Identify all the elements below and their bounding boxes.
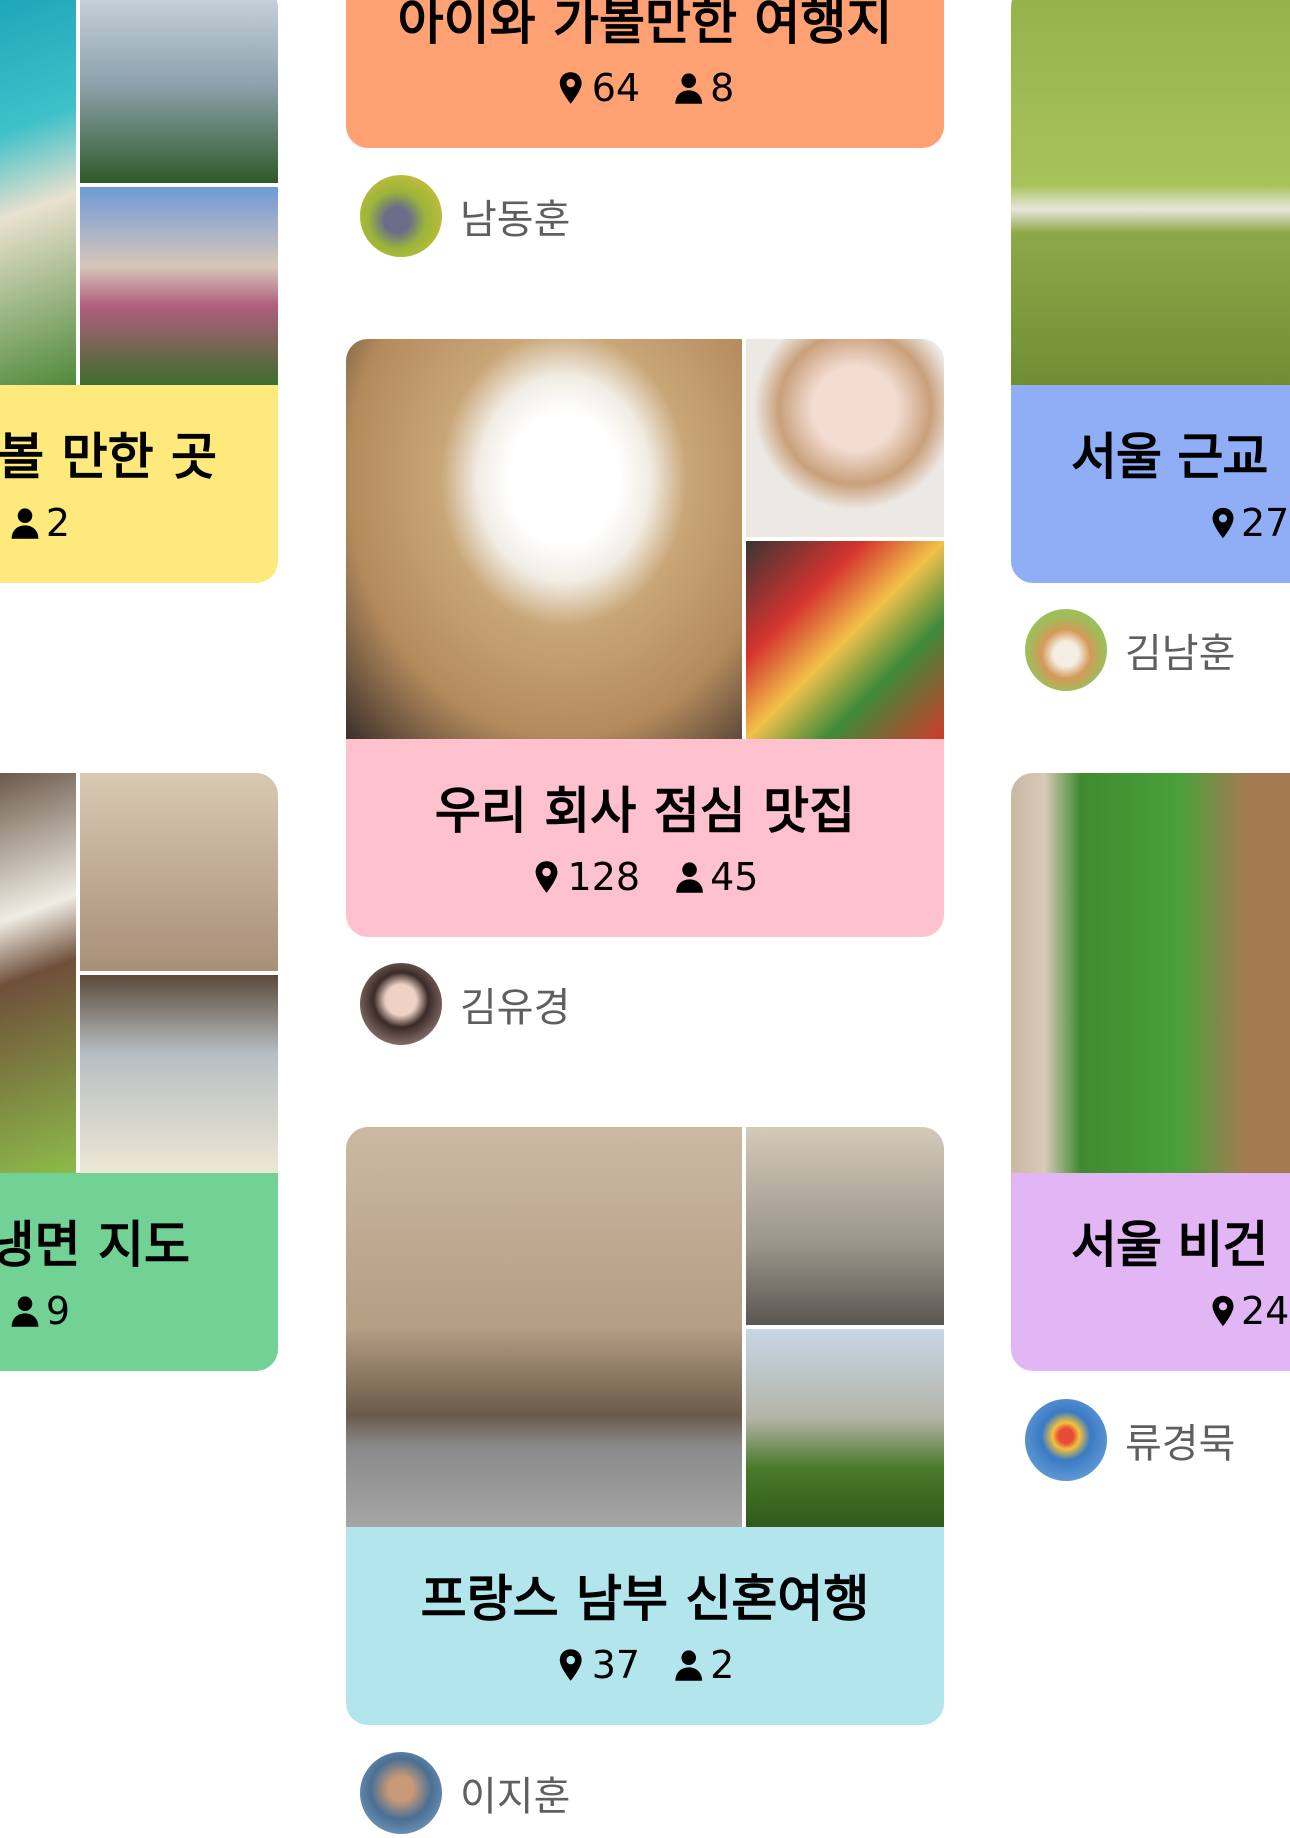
card-stats: 24 <box>1209 1289 1289 1333</box>
person-icon <box>674 71 704 105</box>
list-card[interactable]: 우리 회사 점심 맛집 128 45 <box>346 339 944 937</box>
photo-supertree <box>80 187 278 385</box>
member-count: 45 <box>710 855 759 899</box>
avatar <box>360 963 442 1045</box>
list-card[interactable]: 프랑스 남부 신혼여행 37 2 <box>346 1127 944 1725</box>
card-title: 우리 회사 점심 맛집 <box>434 782 856 840</box>
card-photos <box>346 339 944 739</box>
card-author[interactable]: 류경묵 <box>1025 1399 1235 1481</box>
photo-beach <box>0 0 76 385</box>
card-label: 아이와 가볼만한 여행지 64 8 <box>346 0 944 148</box>
photo-vegan-cafe <box>1011 773 1290 1173</box>
photo-sheep-field <box>1011 0 1290 385</box>
card-label: 우리 회사 점심 맛집 128 45 <box>346 739 944 937</box>
list-card[interactable]: 냉면 지도 9 <box>0 773 278 1371</box>
photo-ice-cream <box>746 339 944 537</box>
member-count: 2 <box>710 1643 735 1687</box>
place-count: 37 <box>591 1643 641 1687</box>
photo-paris-bicycle <box>746 1127 944 1325</box>
place-count: 24 <box>1241 1289 1290 1333</box>
card-label: 서울 비건 24 <box>1011 1173 1290 1371</box>
card-photos <box>1011 0 1290 385</box>
card-title: 아이와 가볼만한 여행지 <box>397 0 893 51</box>
photo-sushi <box>746 541 944 739</box>
author-name: 이지훈 <box>460 1774 571 1820</box>
avatar <box>360 1752 442 1834</box>
card-label: 냉면 지도 9 <box>0 1173 278 1371</box>
map-pin-icon <box>532 860 562 894</box>
map-pin-icon <box>556 71 586 105</box>
person-icon <box>674 1648 704 1682</box>
card-label: 볼 만한 곳 2 <box>0 385 278 583</box>
photo-greenhouse <box>80 0 278 183</box>
person-icon <box>10 1294 40 1328</box>
card-photos <box>346 1127 944 1527</box>
avatar <box>1025 1399 1107 1481</box>
card-title: 냉면 지도 <box>0 1216 190 1274</box>
card-stats: 64 8 <box>556 66 735 110</box>
member-count: 2 <box>45 501 70 545</box>
member-count: 8 <box>710 66 735 110</box>
list-card[interactable]: 볼 만한 곳 2 <box>0 0 278 583</box>
card-author[interactable]: 김유경 <box>360 963 570 1045</box>
card-stats: 27 <box>1209 501 1289 545</box>
place-count: 128 <box>567 855 641 899</box>
card-title: 서울 비건 <box>1071 1216 1268 1274</box>
card-author[interactable]: 김남훈 <box>1025 609 1235 691</box>
card-photos <box>0 0 278 385</box>
map-pin-icon <box>1209 506 1237 540</box>
person-icon <box>10 506 40 540</box>
card-photos <box>1011 773 1290 1173</box>
photo-chicken-soup <box>346 339 742 739</box>
card-label: 프랑스 남부 신혼여행 37 2 <box>346 1527 944 1725</box>
map-pin-icon <box>1209 1294 1237 1328</box>
member-count: 9 <box>45 1289 70 1333</box>
card-title: 프랑스 남부 신혼여행 <box>420 1570 870 1628</box>
card-author[interactable]: 남동훈 <box>360 175 570 257</box>
list-card[interactable]: 아이와 가볼만한 여행지 64 8 <box>346 0 944 148</box>
photo-naengmyeon <box>0 773 76 1173</box>
card-stats: 9 <box>10 1289 70 1333</box>
author-name: 류경묵 <box>1125 1421 1236 1467</box>
author-name: 김유경 <box>460 985 571 1031</box>
author-name: 김남훈 <box>1125 631 1236 677</box>
card-stats: 37 2 <box>556 1643 735 1687</box>
card-author[interactable]: 이지훈 <box>360 1752 570 1834</box>
map-pin-icon <box>556 1648 586 1682</box>
card-label: 서울 근교 27 <box>1011 385 1290 583</box>
author-name: 남동훈 <box>460 197 571 243</box>
avatar <box>1025 609 1107 691</box>
list-card[interactable]: 서울 비건 24 <box>1011 773 1290 1371</box>
place-count: 27 <box>1241 501 1290 545</box>
card-stats: 2 <box>10 501 70 545</box>
place-count: 64 <box>591 66 641 110</box>
card-stats: 128 45 <box>532 855 759 899</box>
photo-eiffel-tower <box>746 1329 944 1527</box>
photo-cold-noodles <box>80 975 278 1173</box>
person-icon <box>674 860 704 894</box>
avatar <box>360 175 442 257</box>
card-photos <box>0 773 278 1173</box>
card-title: 서울 근교 <box>1071 428 1268 486</box>
photo-noodles <box>80 773 278 971</box>
list-card[interactable]: 서울 근교 27 <box>1011 0 1290 583</box>
card-title: 볼 만한 곳 <box>0 428 217 486</box>
photo-paris-street <box>346 1127 742 1527</box>
